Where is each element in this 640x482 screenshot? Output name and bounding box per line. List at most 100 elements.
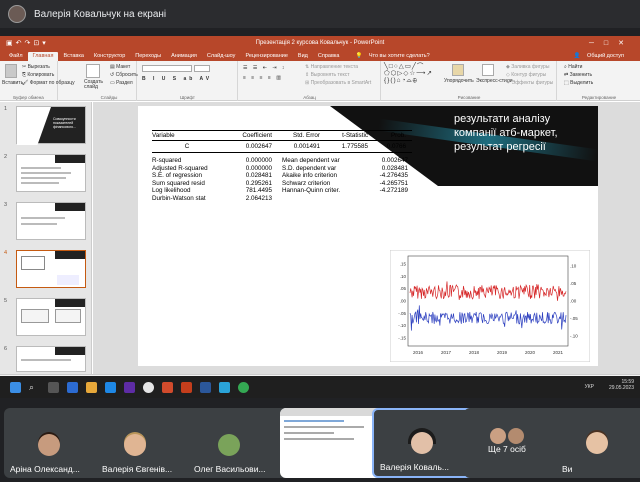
current-slide[interactable]: результати аналізу компанії атб-маркет, … — [138, 106, 598, 366]
thumb-text-line — [21, 177, 66, 179]
thumb-table — [21, 256, 45, 270]
tab-help[interactable]: Справка — [313, 53, 345, 61]
ribbon-tabs: Файл Главная Вставка Конструктор Переход… — [0, 50, 640, 61]
self-tile[interactable]: Ви — [556, 408, 640, 478]
paste-button[interactable]: Вставить — [2, 80, 23, 86]
shared-screen: ▣↶↷⊡▾ Презентація 2 курсова Ковальчук - … — [0, 36, 640, 388]
slide-thumbnail-1[interactable]: Совокупности показателей фінансового... — [16, 106, 86, 145]
participant-avatar — [38, 434, 60, 456]
align-buttons[interactable]: ≡ ≡ ≡ ≡ ▥ — [243, 75, 283, 81]
app-icon[interactable] — [124, 381, 135, 393]
section-button[interactable]: ▭ Раздел — [110, 80, 133, 86]
copy-button[interactable]: ⎘ Копировать — [22, 72, 54, 78]
keyboard-language[interactable]: УКР — [585, 384, 594, 390]
meet-presenter-bar: Валерія Ковальчук на екрані — [0, 0, 640, 28]
stat-value: 0.000000 — [245, 164, 272, 172]
slide-thumbnail-2[interactable] — [16, 154, 86, 192]
telegram-icon[interactable] — [219, 381, 230, 393]
slides-group-label: Слайды — [100, 95, 118, 100]
shape-effects-button[interactable]: ✦ Эффекты фигуры — [506, 80, 553, 86]
select-button[interactable]: ⬚ Выделить — [564, 80, 593, 86]
thumb-banner — [55, 347, 85, 355]
participant-name: Валерія Євгенів... — [102, 464, 173, 474]
replace-button[interactable]: ⇄ Заменить — [564, 72, 592, 78]
store-icon[interactable] — [105, 381, 116, 393]
shape-outline-button[interactable]: ◇ Контур фигуры — [506, 72, 546, 78]
new-slide-icon[interactable] — [86, 64, 100, 78]
tab-design[interactable]: Конструктор — [89, 53, 130, 61]
col-variable: Variable — [152, 132, 175, 139]
arrange-icon[interactable] — [452, 64, 464, 76]
new-slide-button[interactable]: Создать слайд — [84, 80, 104, 90]
y-right-tick-label: .10 — [570, 264, 577, 269]
thumb-table — [21, 309, 49, 323]
font-size-select[interactable] — [194, 65, 210, 72]
stat-label: Schwarz criterion — [282, 179, 331, 187]
explorer-icon[interactable] — [86, 381, 97, 393]
font-format-buttons[interactable]: B I U S ab AV — [142, 76, 212, 82]
x-tick-label: 2021 — [553, 350, 564, 355]
slide-title[interactable]: результати аналізу компанії атб-маркет, … — [454, 112, 594, 154]
window-controls[interactable]: ─□✕ — [589, 39, 634, 47]
find-button[interactable]: ⌕ Найти — [564, 64, 582, 70]
opera-icon[interactable] — [143, 381, 154, 393]
tell-me-search[interactable]: 💡 Что вы хотите сделать? — [350, 53, 439, 61]
shape-fill-button[interactable]: ◆ Заливка фигуры — [506, 64, 549, 70]
word-icon[interactable] — [200, 381, 211, 393]
slide-thumbnail-4-selected[interactable] — [16, 250, 86, 288]
smartart-button[interactable]: ⊞ Преобразовать в SmartArt — [305, 80, 371, 86]
arrange-button[interactable]: Упорядочить — [444, 78, 474, 84]
font-name-select[interactable] — [142, 65, 192, 72]
chrome-like-icon[interactable] — [162, 381, 173, 393]
reset-button[interactable]: ↺ Сбросить — [110, 72, 138, 78]
cell-prob: 0.0766 — [386, 143, 406, 150]
stat-value: 2.064213 — [245, 194, 272, 202]
clipboard-group-label: Буфер обмена — [13, 95, 44, 100]
slide-thumbnail-6[interactable] — [16, 346, 86, 372]
search-icon[interactable]: ⌕ — [29, 382, 40, 393]
stat-row: S.E. of regression 0.028481 Akaike info … — [152, 172, 412, 180]
windows-start-icon[interactable] — [10, 381, 21, 393]
cut-label: Вырезать — [27, 64, 50, 70]
align-text-button[interactable]: ⇕ Выровнять текст — [305, 72, 350, 78]
slide-thumbnail-3[interactable] — [16, 202, 86, 240]
share-button[interactable]: 👤 Общий доступ — [569, 53, 634, 61]
edge-icon[interactable] — [67, 381, 78, 393]
task-view-icon[interactable] — [48, 381, 59, 393]
cell-std-error: 0.001491 — [293, 143, 320, 150]
chrome-icon[interactable] — [238, 381, 249, 393]
thumb-banner — [55, 251, 85, 259]
format-painter-button[interactable]: 🖌 Формат по образцу — [22, 80, 75, 86]
slide-thumbnail-5[interactable] — [16, 298, 86, 336]
shapes-gallery[interactable]: ╲□○△▭╱⌒ ⬠⬡▷◇☆⟶↗ {}()⌂◔⌓⊕ — [384, 63, 433, 84]
thumb-number: 5 — [4, 298, 8, 304]
list-buttons[interactable]: ☰ ☰ ⇤ ⇥ ↕ — [243, 65, 286, 71]
stat-label: Hannan-Quinn criter. — [282, 187, 341, 195]
cut-button[interactable]: ✂ Вырезать — [22, 64, 50, 70]
tab-file[interactable]: Файл — [4, 53, 28, 61]
participant-name: Аріна Олександ... — [10, 464, 80, 474]
taskbar-clock[interactable]: 15:59 29.05.2023 — [609, 379, 634, 391]
quick-styles-icon[interactable] — [482, 64, 494, 76]
regression-output-table[interactable]: Variable Coefficient Std. Error t-Statis… — [152, 130, 412, 202]
y-left-tick-label: .00 — [400, 299, 407, 304]
tab-view[interactable]: Вид — [293, 53, 313, 61]
tab-slideshow[interactable]: Слайд-шоу — [202, 53, 241, 61]
ribbon-home: Вставить ✂ Вырезать ⎘ Копировать 🖌 Форма… — [0, 61, 640, 101]
paste-icon[interactable] — [5, 64, 17, 78]
drawing-group-label: Рисование — [457, 95, 481, 100]
tab-review[interactable]: Рецензирование — [240, 53, 292, 61]
residual-chart[interactable]: .15 .10 .05 .00 -.05 -.10 -.15 .10 .05 .00 -.05 -.… — [390, 250, 590, 362]
tab-transitions[interactable]: Переходы — [130, 53, 166, 61]
layout-button[interactable]: ▤ Макет — [110, 64, 130, 70]
stat-value: 781.4495 — [245, 187, 272, 195]
tab-insert[interactable]: Вставка — [58, 53, 88, 61]
stat-value: 0.028481 — [245, 172, 272, 180]
thumb-code-line — [284, 438, 354, 440]
y-left-tick-label: .15 — [400, 262, 407, 267]
tab-home[interactable]: Главная — [27, 52, 59, 61]
tab-animations[interactable]: Анимация — [166, 53, 202, 61]
format-painter-label: Формат по образцу — [29, 80, 75, 86]
powerpoint-icon[interactable] — [181, 381, 192, 393]
text-direction-button[interactable]: ⇅ Направление текста — [305, 64, 358, 70]
